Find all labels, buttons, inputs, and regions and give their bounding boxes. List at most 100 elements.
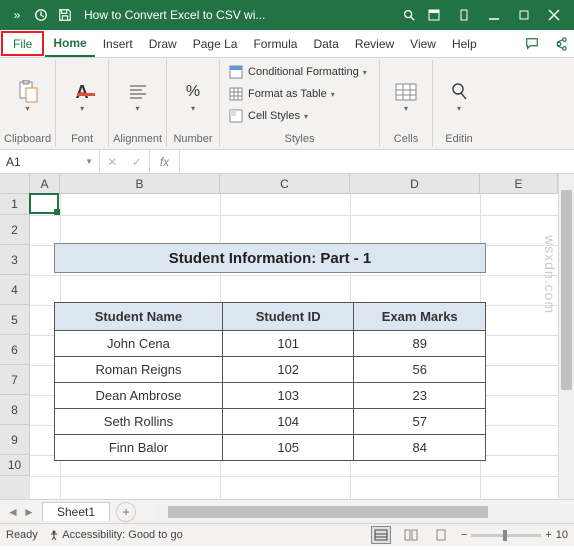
comments-icon[interactable] xyxy=(518,30,546,57)
share-icon[interactable] xyxy=(546,30,574,57)
row-header[interactable]: 3 xyxy=(0,245,30,275)
alignment-button[interactable]: ▾ xyxy=(116,67,160,127)
row-header[interactable]: 4 xyxy=(0,275,30,305)
cells-area[interactable]: Student Information: Part - 1 Student Na… xyxy=(30,194,558,499)
col-header[interactable]: C xyxy=(220,174,350,194)
editing-button[interactable]: ▾ xyxy=(437,67,481,127)
tab-formulas[interactable]: Formula xyxy=(245,30,305,57)
row-header[interactable]: 5 xyxy=(0,305,30,335)
col-header[interactable]: B xyxy=(60,174,220,194)
formula-buttons: ✕ ✓ xyxy=(100,150,150,173)
formula-bar: A1 ▼ ✕ ✓ fx xyxy=(0,150,574,174)
table-row: Roman Reigns10256 xyxy=(55,357,486,383)
group-styles: Conditional Formatting ▾ Format as Table… xyxy=(220,60,380,147)
minimize-icon[interactable] xyxy=(480,1,508,29)
row-header[interactable]: 6 xyxy=(0,335,30,365)
zoom-slider[interactable] xyxy=(471,534,541,537)
row-header[interactable]: 7 xyxy=(0,365,30,395)
selection-cursor xyxy=(29,193,59,214)
spreadsheet-grid: A B C D E 1 2 3 4 5 6 7 8 9 10 Student I… xyxy=(0,174,574,500)
view-normal-icon[interactable] xyxy=(371,526,391,544)
qa-more-icon[interactable]: » xyxy=(6,4,28,26)
tab-home[interactable]: Home xyxy=(45,30,94,57)
scrollbar-thumb[interactable] xyxy=(561,190,572,390)
vertical-scrollbar[interactable] xyxy=(558,174,574,499)
format-as-table-button[interactable]: Format as Table ▾ xyxy=(224,84,339,104)
fx-icon[interactable]: fx xyxy=(150,150,180,173)
zoom-in-button[interactable]: + xyxy=(545,529,551,541)
horizontal-scrollbar[interactable] xyxy=(156,505,574,519)
table-row: Finn Balor10584 xyxy=(55,435,486,461)
tab-help[interactable]: Help xyxy=(444,30,485,57)
save-icon[interactable] xyxy=(54,4,76,26)
nav-next-icon[interactable]: ► xyxy=(22,505,36,519)
col-header: Student Name xyxy=(55,303,223,331)
group-cells: ▾ Cells xyxy=(380,60,433,147)
tab-file[interactable]: File xyxy=(1,31,44,56)
row-header[interactable]: 1 xyxy=(0,194,30,215)
scrollbar-thumb[interactable] xyxy=(168,506,488,518)
add-sheet-button[interactable]: + xyxy=(116,502,136,522)
table-row: Dean Ambrose10323 xyxy=(55,383,486,409)
col-header[interactable]: A xyxy=(30,174,60,194)
col-header[interactable]: E xyxy=(480,174,558,194)
row-header[interactable]: 8 xyxy=(0,395,30,425)
number-button[interactable]: % ▾ xyxy=(171,67,215,127)
tab-data[interactable]: Data xyxy=(305,30,346,57)
dropdown-icon[interactable]: ▼ xyxy=(85,157,93,166)
cancel-icon[interactable]: ✕ xyxy=(107,155,117,169)
group-label: Editin xyxy=(437,131,481,145)
account-icon[interactable] xyxy=(450,1,478,29)
formula-input[interactable] xyxy=(180,150,574,173)
zoom-out-button[interactable]: − xyxy=(461,529,467,541)
autosave-icon[interactable] xyxy=(30,4,52,26)
quick-access: » xyxy=(6,4,76,26)
group-editing: ▾ Editin xyxy=(433,60,485,147)
nav-prev-icon[interactable]: ◄ xyxy=(6,505,20,519)
ribbon-display-icon[interactable] xyxy=(420,1,448,29)
view-page-break-icon[interactable] xyxy=(431,526,451,544)
select-all-corner[interactable] xyxy=(0,174,30,194)
enter-icon[interactable]: ✓ xyxy=(132,155,142,169)
group-clipboard: ▾ Clipboard xyxy=(0,60,56,147)
search-icon[interactable] xyxy=(398,4,420,26)
name-box[interactable]: A1 ▼ xyxy=(0,150,100,173)
row-header[interactable]: 2 xyxy=(0,215,30,245)
accessibility-status[interactable]: Accessibility: Good to go xyxy=(48,529,183,541)
label: Format as Table xyxy=(248,88,327,100)
cells-button[interactable]: ▾ xyxy=(384,67,428,127)
sheet-title: Student Information: Part - 1 xyxy=(54,243,486,273)
tab-page-layout[interactable]: Page La xyxy=(185,30,246,57)
zoom-control: − + 10 xyxy=(461,529,568,541)
tab-insert[interactable]: Insert xyxy=(95,30,141,57)
cell-reference: A1 xyxy=(6,155,21,169)
col-header: Student ID xyxy=(222,303,354,331)
close-icon[interactable] xyxy=(540,1,568,29)
status-bar: Ready Accessibility: Good to go − + 10 xyxy=(0,524,574,546)
group-label: Alignment xyxy=(113,131,162,145)
col-header: Exam Marks xyxy=(354,303,486,331)
column-headers: A B C D E xyxy=(30,174,558,194)
group-label: Clipboard xyxy=(4,131,51,145)
maximize-icon[interactable] xyxy=(510,1,538,29)
paste-button[interactable]: ▾ xyxy=(6,67,50,127)
col-header[interactable]: D xyxy=(350,174,480,194)
sheet-tab[interactable]: Sheet1 xyxy=(42,502,110,521)
tab-draw[interactable]: Draw xyxy=(141,30,185,57)
status-ready: Ready xyxy=(6,529,38,541)
watermark: wsxdn.com xyxy=(542,235,558,314)
group-alignment: ▾ Alignment xyxy=(109,60,167,147)
tab-review[interactable]: Review xyxy=(347,30,402,57)
tab-view[interactable]: View xyxy=(402,30,444,57)
cell-styles-button[interactable]: Cell Styles ▾ xyxy=(224,106,312,126)
row-headers: 1 2 3 4 5 6 7 8 9 10 xyxy=(0,194,30,499)
label: Conditional Formatting xyxy=(248,66,359,78)
conditional-formatting-button[interactable]: Conditional Formatting ▾ xyxy=(224,62,371,82)
ribbon: ▾ Clipboard A ▾ Font ▾ Alignment % ▾ xyxy=(0,58,574,150)
row-header[interactable]: 9 xyxy=(0,425,30,455)
zoom-level[interactable]: 10 xyxy=(556,529,568,541)
row-header[interactable]: 10 xyxy=(0,455,30,476)
view-page-layout-icon[interactable] xyxy=(401,526,421,544)
label: Cell Styles xyxy=(248,110,300,122)
font-button[interactable]: A ▾ xyxy=(60,67,104,127)
